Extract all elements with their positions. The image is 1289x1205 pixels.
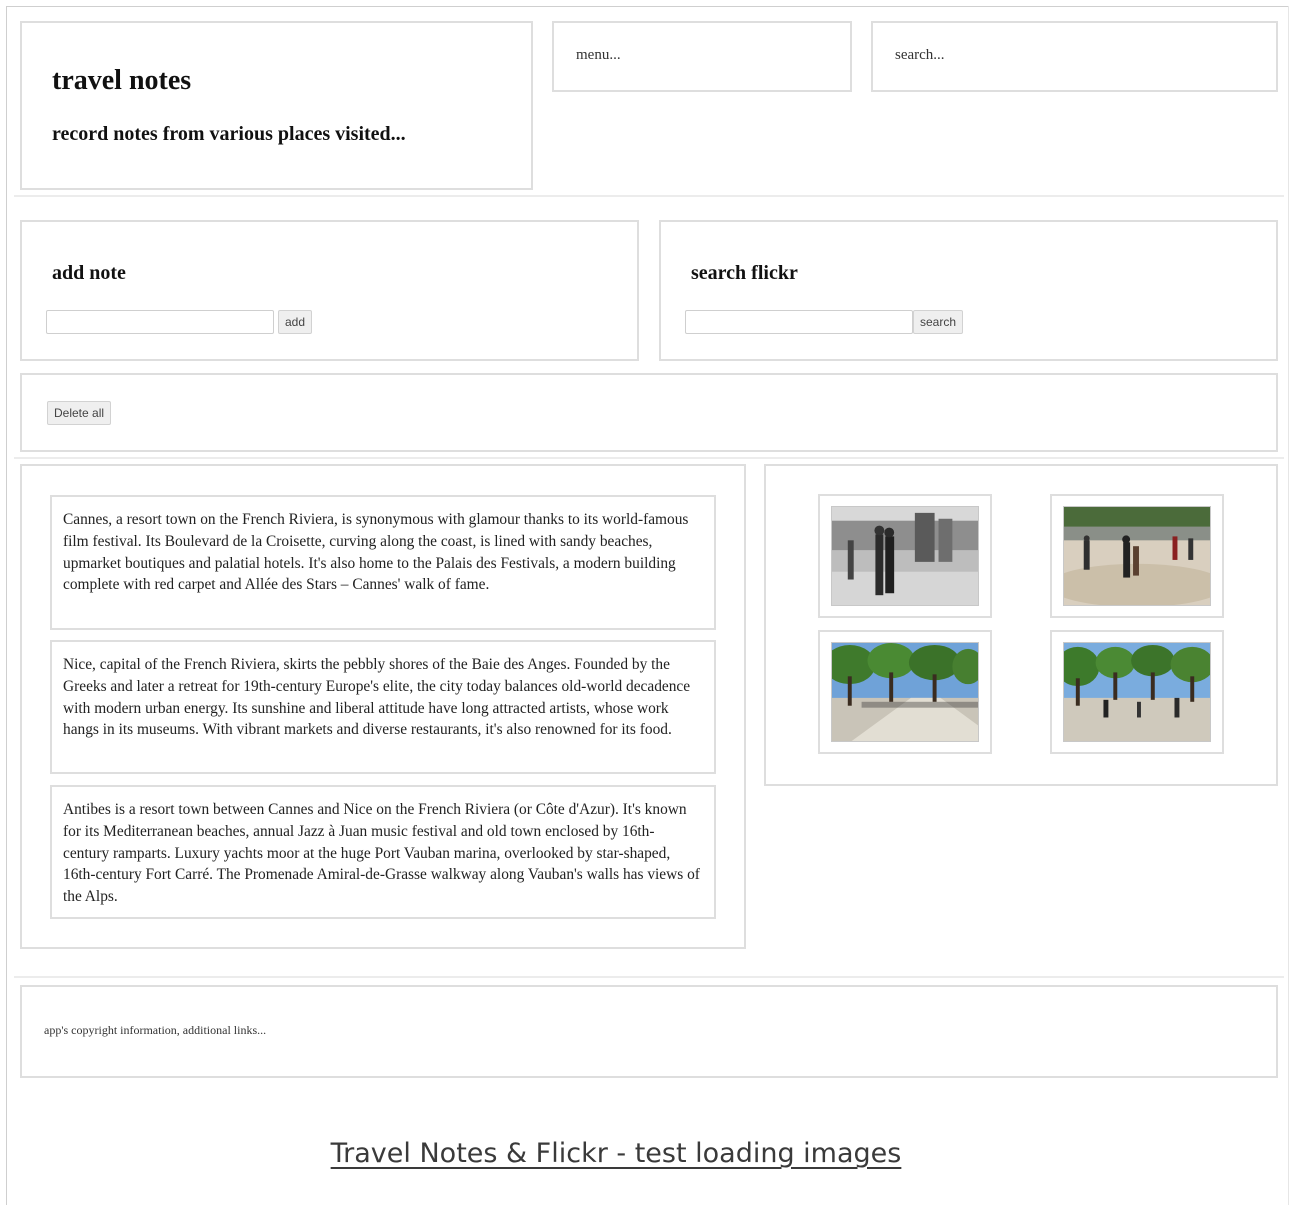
page-frame-left (6, 6, 7, 1205)
flickr-search-button[interactable]: search (913, 310, 964, 334)
flickr-photo-thumbnail-icon (1063, 642, 1211, 742)
flickr-search-input[interactable] (685, 310, 913, 334)
controls-panel: Delete all (20, 373, 1278, 452)
caption-link[interactable]: Travel Notes & Flickr - test loading ima… (0, 1138, 1232, 1169)
notes-panel: Cannes, a resort town on the French Rivi… (20, 464, 746, 949)
page-tagline: record notes from various places visited… (52, 123, 406, 145)
add-note-heading: add note (52, 262, 126, 284)
search-flickr-panel: search flickr search (659, 220, 1278, 361)
flickr-photo-thumbnail-icon (831, 642, 979, 742)
menu-placeholder[interactable]: menu... (576, 47, 621, 64)
flickr-photo[interactable] (1050, 494, 1224, 618)
delete-all-button[interactable]: Delete all (47, 401, 112, 425)
note-item[interactable]: Nice, capital of the French Riviera, ski… (50, 640, 716, 774)
footer-text: app's copyright information, additional … (44, 1023, 267, 1037)
site-footer: app's copyright information, additional … (20, 985, 1278, 1078)
flickr-photo[interactable] (1050, 630, 1224, 754)
footer-divider (14, 976, 1284, 978)
title-panel: travel notes record notes from various p… (20, 21, 533, 190)
add-note-button[interactable]: add (278, 310, 313, 334)
note-text: Nice, capital of the French Riviera, ski… (63, 656, 691, 739)
flickr-photo[interactable] (818, 494, 992, 618)
note-item[interactable]: Cannes, a resort town on the French Rivi… (50, 495, 716, 630)
note-text: Antibes is a resort town between Cannes … (63, 801, 700, 906)
search-flickr-heading: search flickr (691, 262, 798, 284)
note-item[interactable]: Antibes is a resort town between Cannes … (50, 785, 716, 919)
header-divider (14, 195, 1284, 197)
flickr-photo-thumbnail-icon (1063, 506, 1211, 606)
add-note-panel: add note add (20, 220, 639, 361)
menu-panel[interactable]: menu... (552, 21, 852, 92)
controls-divider (14, 457, 1284, 459)
page-title: travel notes (52, 65, 192, 96)
note-text: Cannes, a resort town on the French Rivi… (63, 511, 689, 594)
flickr-photo[interactable] (818, 630, 992, 754)
site-search-panel[interactable]: search... (871, 21, 1278, 92)
flickr-images-panel (764, 464, 1278, 786)
note-input[interactable] (46, 310, 274, 334)
site-search-placeholder[interactable]: search... (895, 47, 945, 64)
page-frame-top (6, 6, 1289, 7)
flickr-photo-thumbnail-icon (831, 506, 979, 606)
